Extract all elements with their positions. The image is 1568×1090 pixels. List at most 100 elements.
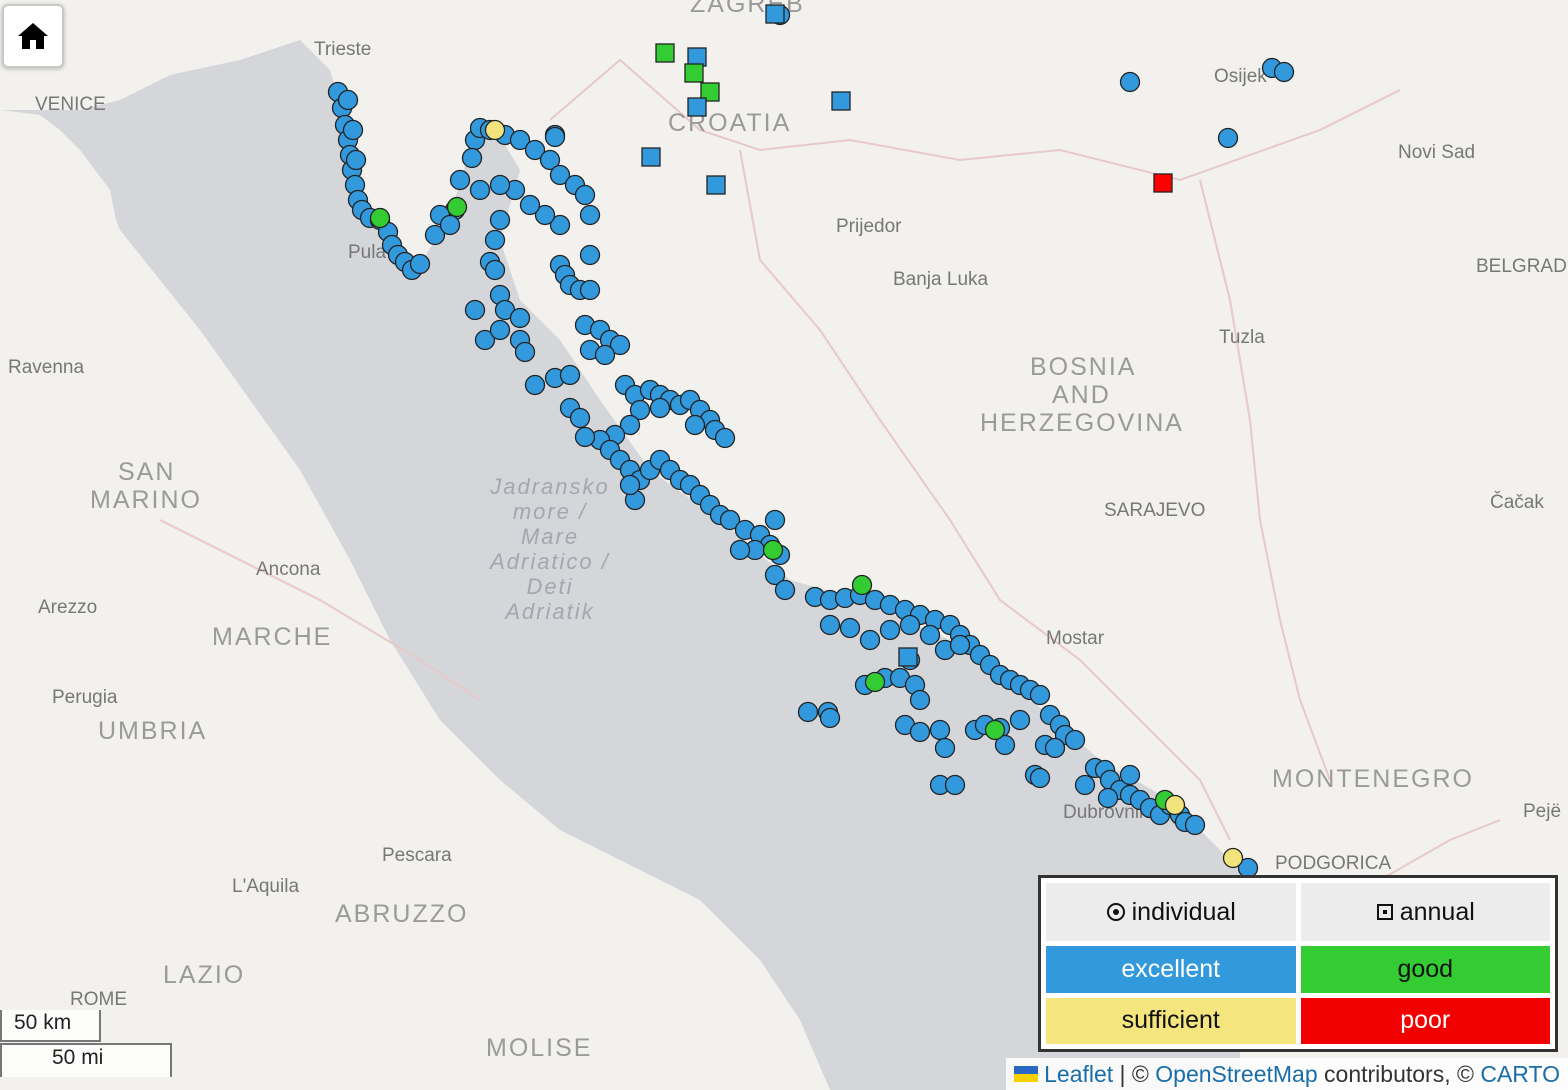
- bathing-site-marker[interactable]: [574, 426, 596, 448]
- bathing-site-marker[interactable]: [949, 634, 971, 656]
- bathing-site-marker[interactable]: [1044, 737, 1066, 759]
- bathing-site-marker[interactable]: [509, 307, 531, 329]
- bathing-site-marker[interactable]: [649, 397, 671, 419]
- bathing-site-marker[interactable]: [851, 574, 873, 596]
- bathing-site-marker[interactable]: [544, 126, 566, 148]
- annual-site-marker[interactable]: [687, 97, 707, 117]
- bathing-site-marker[interactable]: [762, 539, 784, 561]
- bathing-site-marker[interactable]: [919, 624, 941, 646]
- annual-site-marker[interactable]: [655, 43, 675, 63]
- bathing-site-marker[interactable]: [484, 229, 506, 251]
- bathing-site-marker[interactable]: [729, 539, 751, 561]
- bathing-site-marker[interactable]: [484, 119, 506, 141]
- leaflet-link[interactable]: Leaflet: [1044, 1061, 1113, 1088]
- annual-site-marker[interactable]: [765, 4, 785, 24]
- bathing-site-marker[interactable]: [439, 214, 461, 236]
- bathing-site-marker[interactable]: [859, 629, 881, 651]
- bathing-site-marker[interactable]: [461, 147, 483, 169]
- bathing-site-marker[interactable]: [819, 707, 841, 729]
- annual-site-marker[interactable]: [1153, 173, 1173, 193]
- bathing-site-marker[interactable]: [984, 719, 1006, 741]
- bathing-site-marker[interactable]: [1164, 794, 1186, 816]
- bathing-site-marker[interactable]: [337, 89, 359, 111]
- bathing-site-marker[interactable]: [619, 474, 641, 496]
- bathing-site-marker[interactable]: [464, 299, 486, 321]
- bathing-site-marker[interactable]: [1119, 71, 1141, 93]
- bathing-site-marker[interactable]: [469, 179, 491, 201]
- home-button[interactable]: [2, 4, 64, 68]
- bathing-site-marker[interactable]: [369, 207, 391, 229]
- bathing-site-marker[interactable]: [684, 414, 706, 436]
- bathing-site-marker[interactable]: [524, 374, 546, 396]
- bathing-site-marker[interactable]: [839, 617, 861, 639]
- annual-site-marker[interactable]: [706, 175, 726, 195]
- annual-site-marker[interactable]: [687, 47, 707, 67]
- map-label: Arezzo: [38, 597, 97, 618]
- carto-link[interactable]: CARTO: [1480, 1061, 1560, 1088]
- bathing-site-marker[interactable]: [1222, 847, 1244, 869]
- bathing-site-marker[interactable]: [1064, 729, 1086, 751]
- bathing-site-marker[interactable]: [909, 689, 931, 711]
- bathing-site-marker[interactable]: [579, 204, 601, 226]
- map-label: Ravenna: [8, 357, 84, 378]
- bathing-site-marker[interactable]: [579, 279, 601, 301]
- bathing-site-marker[interactable]: [934, 737, 956, 759]
- bathing-site-marker[interactable]: [1029, 767, 1051, 789]
- map-label: Tuzla: [1219, 327, 1265, 348]
- bathing-site-marker[interactable]: [929, 719, 951, 741]
- bathing-site-marker[interactable]: [944, 774, 966, 796]
- bathing-site-marker[interactable]: [1119, 764, 1141, 786]
- map-label: SARAJEVO: [1104, 500, 1205, 521]
- legend-sufficient-label: sufficient: [1121, 1006, 1220, 1035]
- map-label: L'Aquila: [232, 876, 299, 897]
- bathing-site-marker[interactable]: [574, 184, 596, 206]
- map-label: BELGRADE: [1476, 256, 1568, 277]
- bathing-site-marker[interactable]: [1097, 787, 1119, 809]
- bathing-site-marker[interactable]: [345, 149, 367, 171]
- annual-site-marker[interactable]: [641, 147, 661, 167]
- bathing-site-marker[interactable]: [797, 701, 819, 723]
- bathing-site-marker[interactable]: [579, 244, 601, 266]
- bathing-site-marker[interactable]: [594, 344, 616, 366]
- bathing-site-marker[interactable]: [514, 341, 536, 363]
- sea-label: more /: [513, 499, 587, 524]
- bathing-site-marker[interactable]: [409, 253, 431, 275]
- bathing-site-marker[interactable]: [489, 209, 511, 231]
- scale-km: 50 km: [0, 1010, 101, 1042]
- map-label: VENICE: [35, 94, 106, 115]
- legend-excellent: excellent: [1046, 946, 1296, 993]
- bathing-site-marker[interactable]: [559, 364, 581, 386]
- bathing-site-marker[interactable]: [484, 259, 506, 281]
- target-icon: [1106, 903, 1125, 921]
- bathing-site-marker[interactable]: [819, 614, 841, 636]
- bathing-site-marker[interactable]: [909, 721, 931, 743]
- attribution-sep: | ©: [1113, 1060, 1156, 1087]
- bathing-site-marker[interactable]: [1009, 709, 1031, 731]
- annual-site-marker[interactable]: [898, 647, 918, 667]
- bathing-site-marker[interactable]: [519, 194, 541, 216]
- annual-site-marker[interactable]: [831, 91, 851, 111]
- bathing-site-marker[interactable]: [342, 119, 364, 141]
- bathing-site-marker[interactable]: [864, 671, 886, 693]
- bathing-site-marker[interactable]: [446, 196, 468, 218]
- bathing-site-marker[interactable]: [1029, 684, 1051, 706]
- bathing-site-marker[interactable]: [714, 427, 736, 449]
- bathing-site-marker[interactable]: [764, 509, 786, 531]
- bathing-site-marker[interactable]: [449, 169, 471, 191]
- bathing-site-marker[interactable]: [489, 319, 511, 341]
- osm-link[interactable]: OpenStreetMap: [1155, 1061, 1317, 1088]
- bathing-site-marker[interactable]: [569, 407, 591, 429]
- bathing-site-marker[interactable]: [489, 174, 511, 196]
- bathing-site-marker[interactable]: [1217, 127, 1239, 149]
- map-label: Mostar: [1046, 628, 1105, 649]
- bathing-site-marker[interactable]: [879, 619, 901, 641]
- annual-site-marker[interactable]: [684, 63, 704, 83]
- legend-individual[interactable]: individual: [1046, 883, 1296, 941]
- bathing-site-marker[interactable]: [1074, 774, 1096, 796]
- legend-annual[interactable]: annual: [1300, 883, 1550, 941]
- bathing-site-marker[interactable]: [899, 614, 921, 636]
- map-label: Novi Sad: [1398, 142, 1475, 163]
- bathing-site-marker[interactable]: [1273, 61, 1295, 83]
- bathing-site-marker[interactable]: [1184, 814, 1206, 836]
- bathing-site-marker[interactable]: [774, 579, 796, 601]
